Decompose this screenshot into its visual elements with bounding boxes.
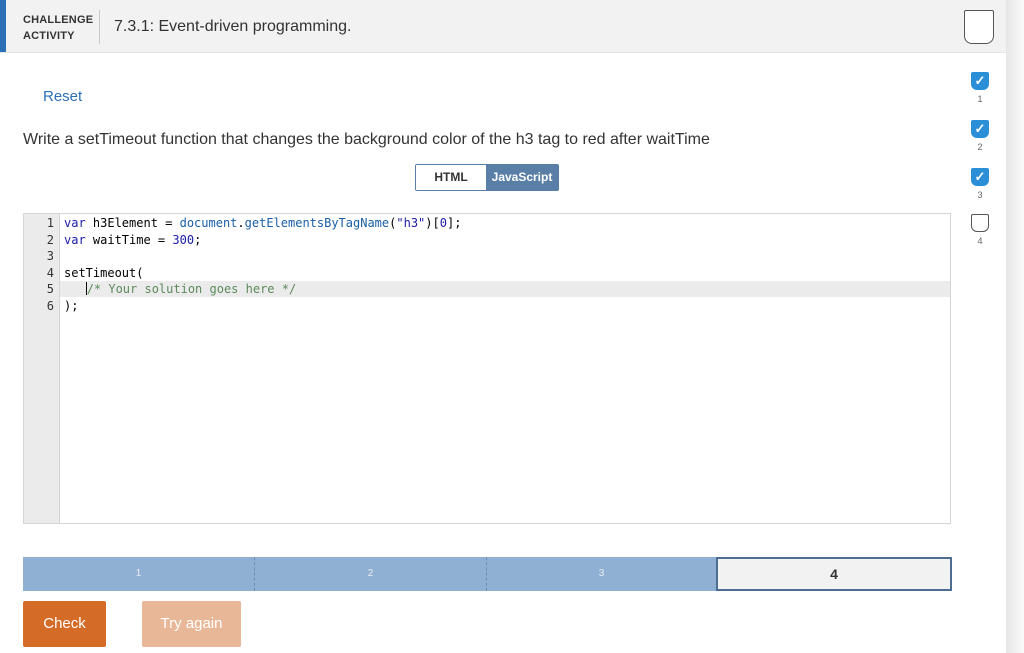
line-number: 2 [46,232,54,247]
level-status-4[interactable]: 4 [968,214,992,246]
reset-link[interactable]: Reset [43,88,82,105]
line-number-gutter: 1 2 3 4 5 6 [24,214,60,523]
challenge-label-line2: ACTIVITY [23,30,75,42]
scroll-edge [1006,0,1024,653]
check-icon: ✓ [971,120,989,138]
line-number: 1 [46,216,54,230]
challenge-activity-label: CHALLENGE ACTIVITY [23,12,93,44]
code-line[interactable]: setTimeout( [64,265,143,282]
challenge-prompt: Write a setTimeout function that changes… [23,131,710,148]
code-line[interactable]: /* Your solution goes here */ [64,281,296,298]
level-progress-bar: 1 2 3 4 [23,557,952,591]
level-number: 4 [977,236,983,246]
language-toggle: HTML JavaScript [415,164,559,191]
check-button[interactable]: Check [23,601,106,647]
activity-title: 7.3.1: Event-driven programming. [114,18,352,35]
line-number: 3 [46,249,54,263]
line-number: 5 [46,282,54,296]
level-status-1[interactable]: ✓ 1 [968,72,992,104]
header-accent-bar [0,0,6,52]
progress-level-3[interactable]: 3 [487,557,716,591]
level-status-3[interactable]: ✓ 3 [968,168,992,200]
tab-html[interactable]: HTML [416,165,486,190]
progress-level-4-current[interactable]: 4 [716,557,952,591]
code-line[interactable]: var waitTime = 300; [64,232,201,249]
level-number: 3 [977,190,983,200]
code-line[interactable]: ); [64,298,78,315]
line-number: 4 [46,265,54,280]
try-again-button[interactable]: Try again [142,601,241,647]
empty-box-icon [971,214,989,232]
progress-level-1[interactable]: 1 [23,557,255,591]
check-icon: ✓ [971,168,989,186]
level-number: 2 [977,142,983,152]
progress-level-2[interactable]: 2 [255,557,487,591]
level-status-2[interactable]: ✓ 2 [968,120,992,152]
activity-header: CHALLENGE ACTIVITY 7.3.1: Event-driven p… [0,0,1008,53]
challenge-label-line1: CHALLENGE [23,14,94,26]
header-divider [99,10,100,44]
level-number: 1 [977,94,983,104]
completion-badge-icon [964,10,994,44]
code-line[interactable]: var h3Element = document.getElementsByTa… [64,215,461,232]
code-line[interactable] [64,248,71,265]
check-icon: ✓ [971,72,989,90]
line-number: 6 [46,298,54,313]
code-editor[interactable]: 1 2 3 4 5 6 var h3Element = document.get… [23,213,951,524]
tab-javascript[interactable]: JavaScript [486,165,558,190]
